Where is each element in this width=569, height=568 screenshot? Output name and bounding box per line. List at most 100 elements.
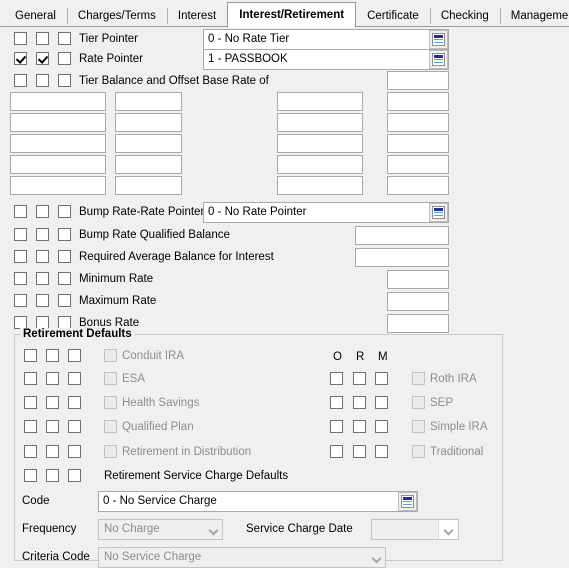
checkbox-r-left-0[interactable] — [46, 349, 59, 362]
field-mid-row-4[interactable] — [387, 292, 449, 311]
checkbox-o-service-charge[interactable] — [24, 469, 37, 482]
tier-grid-cell-r4-c2[interactable] — [277, 176, 363, 195]
field-mid-row-2[interactable] — [355, 248, 449, 267]
checkbox-o-row-1[interactable] — [14, 52, 27, 65]
tab-certificate[interactable]: Certificate — [356, 5, 430, 27]
checkbox-m-row-0[interactable] — [58, 32, 71, 45]
checkbox-m-right-2[interactable] — [375, 420, 388, 433]
checkbox-o-right-0[interactable] — [330, 372, 343, 385]
tier-grid-cell-r2-c0[interactable] — [10, 134, 106, 153]
chevron-down-icon[interactable] — [205, 520, 222, 539]
tier-grid-cell-r1-c3[interactable] — [387, 113, 449, 132]
tab-interest[interactable]: Interest — [166, 5, 227, 27]
checkbox-m-service-charge[interactable] — [68, 469, 81, 482]
checkbox-r-right-0[interactable] — [353, 372, 366, 385]
checkbox-r-left-1[interactable] — [46, 372, 59, 385]
checkbox-r-row-0[interactable] — [36, 32, 49, 45]
tier-grid-cell-r4-c0[interactable] — [10, 176, 106, 195]
field-mid-row-5[interactable] — [387, 314, 449, 333]
checkbox-o-right-1[interactable] — [330, 396, 343, 409]
lookup-list-icon[interactable] — [429, 203, 448, 222]
field-offset-base-rate[interactable] — [387, 71, 449, 90]
dropdown-frequency[interactable]: No Charge — [98, 519, 223, 540]
checkbox-m-right-1[interactable] — [375, 396, 388, 409]
checkbox-m-right-0[interactable] — [375, 372, 388, 385]
checkbox-r-right-3[interactable] — [353, 445, 366, 458]
field-code[interactable]: 0 - No Service Charge — [98, 491, 418, 512]
checkbox-r-mid-0[interactable] — [36, 205, 49, 218]
tier-grid-cell-r1-c1[interactable] — [115, 113, 182, 132]
checkbox-o-mid-3[interactable] — [14, 272, 27, 285]
checkbox-m-left-3[interactable] — [68, 420, 81, 433]
field-bump-rate-pointer[interactable]: 0 - No Rate Pointer — [203, 202, 449, 223]
tier-grid-cell-r3-c2[interactable] — [277, 155, 363, 174]
checkbox-m-row-1[interactable] — [58, 52, 71, 65]
tier-grid-cell-r4-c1[interactable] — [115, 176, 182, 195]
checkbox-m-mid-1[interactable] — [58, 228, 71, 241]
tier-grid-cell-r0-c3[interactable] — [387, 92, 449, 111]
lookup-list-icon[interactable] — [398, 492, 417, 511]
checkbox-r-row-2[interactable] — [36, 74, 49, 87]
checkbox-r-right-2[interactable] — [353, 420, 366, 433]
checkbox-m-left-2[interactable] — [68, 396, 81, 409]
tier-grid-cell-r1-c2[interactable] — [277, 113, 363, 132]
checkbox-r-mid-2[interactable] — [36, 250, 49, 263]
tier-grid-cell-r3-c0[interactable] — [10, 155, 106, 174]
lookup-list-icon[interactable] — [429, 30, 448, 49]
checkbox-r-service-charge[interactable] — [46, 469, 59, 482]
field-top-row-0[interactable]: 0 - No Rate Tier — [203, 29, 449, 50]
checkbox-o-left-2[interactable] — [24, 396, 37, 409]
checkbox-m-mid-0[interactable] — [58, 205, 71, 218]
checkbox-o-mid-2[interactable] — [14, 250, 27, 263]
chevron-down-icon[interactable] — [439, 520, 458, 539]
tier-grid-cell-r2-c2[interactable] — [277, 134, 363, 153]
tier-grid-cell-r0-c0[interactable] — [10, 92, 106, 111]
checkbox-o-mid-0[interactable] — [14, 205, 27, 218]
checkbox-o-left-4[interactable] — [24, 445, 37, 458]
dropdown-criteria-code[interactable]: No Service Charge — [98, 547, 386, 568]
checkbox-o-right-2[interactable] — [330, 420, 343, 433]
field-mid-row-1[interactable] — [355, 226, 449, 245]
tier-grid-cell-r3-c3[interactable] — [387, 155, 449, 174]
checkbox-o-mid-1[interactable] — [14, 228, 27, 241]
chevron-down-icon[interactable] — [368, 548, 385, 567]
tab-interest-retirement[interactable]: Interest/Retirement — [227, 2, 357, 28]
checkbox-m-row-2[interactable] — [58, 74, 71, 87]
checkbox-o-mid-4[interactable] — [14, 294, 27, 307]
checkbox-r-left-2[interactable] — [46, 396, 59, 409]
checkbox-o-right-3[interactable] — [330, 445, 343, 458]
checkbox-o-row-2[interactable] — [14, 74, 27, 87]
tier-grid-cell-r0-c2[interactable] — [277, 92, 363, 111]
checkbox-m-mid-3[interactable] — [58, 272, 71, 285]
tier-grid-cell-r1-c0[interactable] — [10, 113, 106, 132]
checkbox-r-left-4[interactable] — [46, 445, 59, 458]
tier-grid-cell-r2-c1[interactable] — [115, 134, 182, 153]
checkbox-m-left-4[interactable] — [68, 445, 81, 458]
field-mid-row-3[interactable] — [387, 270, 449, 289]
checkbox-o-left-1[interactable] — [24, 372, 37, 385]
checkbox-r-mid-4[interactable] — [36, 294, 49, 307]
tier-grid-cell-r3-c1[interactable] — [115, 155, 182, 174]
checkbox-r-right-1[interactable] — [353, 396, 366, 409]
dropdown-service-charge-date[interactable] — [371, 519, 459, 540]
tab-checking[interactable]: Checking — [429, 5, 500, 27]
checkbox-r-mid-3[interactable] — [36, 272, 49, 285]
tab-general[interactable]: General — [4, 5, 67, 27]
tier-grid-cell-r0-c1[interactable] — [115, 92, 182, 111]
checkbox-m-right-3[interactable] — [375, 445, 388, 458]
tier-grid-cell-r2-c3[interactable] — [387, 134, 449, 153]
tier-grid-cell-r4-c3[interactable] — [387, 176, 449, 195]
checkbox-o-left-3[interactable] — [24, 420, 37, 433]
field-top-row-1[interactable]: 1 - PASSBOOK — [203, 49, 449, 70]
tab-management[interactable]: Management — [499, 5, 569, 27]
checkbox-m-mid-4[interactable] — [58, 294, 71, 307]
checkbox-m-mid-2[interactable] — [58, 250, 71, 263]
checkbox-m-left-1[interactable] — [68, 372, 81, 385]
tab-charges-terms[interactable]: Charges/Terms — [66, 5, 167, 27]
checkbox-o-left-0[interactable] — [24, 349, 37, 362]
lookup-list-icon[interactable] — [429, 50, 448, 69]
checkbox-r-row-1[interactable] — [36, 52, 49, 65]
checkbox-o-row-0[interactable] — [14, 32, 27, 45]
checkbox-m-left-0[interactable] — [68, 349, 81, 362]
checkbox-r-left-3[interactable] — [46, 420, 59, 433]
